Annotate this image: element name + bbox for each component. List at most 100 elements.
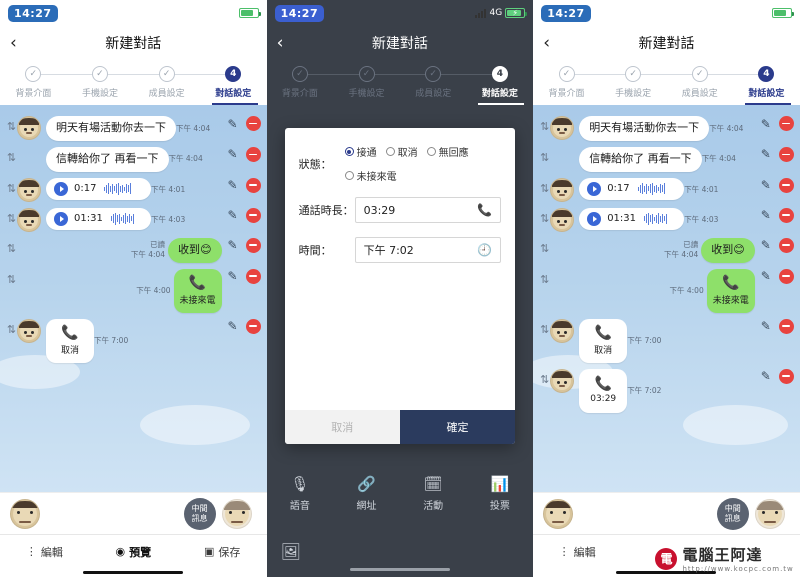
avatar[interactable] xyxy=(754,498,785,529)
middle-message-button[interactable]: 中間 訊息 xyxy=(716,497,749,530)
phone-icon[interactable]: 📞 xyxy=(477,203,492,217)
drag-handle-icon[interactable]: ⇅ xyxy=(539,147,550,169)
voice-message-bubble[interactable]: 01:31 xyxy=(46,207,151,230)
back-button[interactable]: ‹ xyxy=(10,34,30,52)
voice-message-bubble[interactable]: 0:17 xyxy=(46,177,151,200)
step-3[interactable]: ✓ 成員設定 xyxy=(133,66,200,99)
edit-icon[interactable]: ✎ xyxy=(761,117,771,131)
edit-icon[interactable]: ✎ xyxy=(228,208,238,222)
tab-preview[interactable]: ◉ 預覽 xyxy=(89,544,178,560)
step-4[interactable]: 4 對話設定 xyxy=(199,66,267,99)
step-1[interactable]: ✓ 背景介面 xyxy=(0,66,67,99)
confirm-button[interactable]: 確定 xyxy=(399,410,516,444)
avatar[interactable] xyxy=(10,498,40,529)
delete-icon[interactable] xyxy=(778,146,794,162)
delete-icon[interactable] xyxy=(245,237,261,253)
drag-handle-icon[interactable]: ⇅ xyxy=(6,319,17,341)
image-icon[interactable]: 🖼 xyxy=(281,542,301,561)
delete-icon[interactable] xyxy=(245,268,261,284)
edit-icon[interactable]: ✎ xyxy=(761,369,771,383)
edit-icon[interactable]: ✎ xyxy=(228,319,238,333)
member-left[interactable] xyxy=(10,498,45,529)
step-4[interactable]: 4 對話設定 xyxy=(733,66,800,99)
tab-save[interactable]: ▣ 保存 xyxy=(178,544,267,560)
delete-icon[interactable] xyxy=(778,368,794,384)
delete-icon[interactable] xyxy=(778,237,794,253)
edit-icon[interactable]: ✎ xyxy=(228,269,238,283)
radio-connected[interactable]: 接通 xyxy=(344,144,377,159)
delete-icon[interactable] xyxy=(778,177,794,193)
edit-icon[interactable]: ✎ xyxy=(228,117,238,131)
avatar[interactable] xyxy=(543,498,574,529)
play-icon[interactable] xyxy=(587,211,602,226)
edit-icon[interactable]: ✎ xyxy=(761,269,771,283)
voice-duration: 0:17 xyxy=(74,182,97,194)
voice-message-bubble[interactable]: 01:31 xyxy=(579,207,685,230)
delete-icon[interactable] xyxy=(245,207,261,223)
voice-duration: 0:17 xyxy=(607,182,630,194)
toolbar-link[interactable]: 🔗 網址 xyxy=(357,476,377,512)
drag-handle-icon[interactable]: ⇅ xyxy=(539,116,550,138)
step-4[interactable]: 4 對話設定 xyxy=(466,66,534,99)
drag-handle-icon[interactable]: ⇅ xyxy=(539,369,550,391)
drag-handle-icon[interactable]: ⇅ xyxy=(6,116,17,138)
drag-handle-icon[interactable]: ⇅ xyxy=(539,319,550,341)
toolbar-voice[interactable]: 🎙 語音 xyxy=(290,476,310,512)
drag-handle-icon[interactable]: ⇅ xyxy=(6,208,17,230)
back-button[interactable]: ‹ xyxy=(543,34,563,52)
drag-handle-icon[interactable]: ⇅ xyxy=(6,178,17,200)
toolbar-poll[interactable]: 📊 投票 xyxy=(490,476,510,512)
delete-icon[interactable] xyxy=(778,318,794,334)
drag-handle-icon[interactable]: ⇅ xyxy=(6,147,17,169)
edit-icon[interactable]: ✎ xyxy=(228,147,238,161)
delete-icon[interactable] xyxy=(778,207,794,223)
edit-icon[interactable]: ✎ xyxy=(761,319,771,333)
drag-handle-icon[interactable]: ⇅ xyxy=(539,238,550,260)
tab-edit[interactable]: ⋮ 編輯 xyxy=(533,544,621,560)
drag-handle-icon[interactable]: ⇅ xyxy=(6,238,17,260)
cancel-button[interactable]: 取消 xyxy=(284,410,400,444)
edit-icon[interactable]: ✎ xyxy=(228,178,238,192)
tab-edit[interactable]: ⋮ 編輯 xyxy=(0,544,89,560)
delete-icon[interactable] xyxy=(245,146,261,162)
duration-input[interactable]: 03:29 📞 xyxy=(354,197,502,223)
middle-message-button[interactable]: 中間 訊息 xyxy=(183,497,216,530)
step-2[interactable]: ✓ 手機設定 xyxy=(66,66,134,99)
delete-icon[interactable] xyxy=(245,177,261,193)
play-icon[interactable] xyxy=(587,181,602,196)
drag-handle-icon[interactable]: ⇅ xyxy=(539,178,550,200)
edit-icon[interactable]: ✎ xyxy=(228,238,238,252)
row-actions: ✎ xyxy=(755,116,794,131)
edit-icon[interactable]: ✎ xyxy=(761,238,771,252)
voice-message-bubble[interactable]: 0:17 xyxy=(579,177,685,200)
edit-icon[interactable]: ✎ xyxy=(761,147,771,161)
delete-icon[interactable] xyxy=(778,116,794,131)
step-3[interactable]: ✓ 成員設定 xyxy=(399,66,467,99)
step-3[interactable]: ✓ 成員設定 xyxy=(666,66,734,99)
back-button[interactable]: ‹ xyxy=(277,34,297,52)
step-1[interactable]: ✓ 背景介面 xyxy=(267,66,334,99)
toolbar-activity[interactable]: 🗓 活動 xyxy=(423,476,443,512)
step-1[interactable]: ✓ 背景介面 xyxy=(533,66,600,99)
drag-handle-icon[interactable]: ⇅ xyxy=(539,208,550,230)
radio-no-answer[interactable]: 無回應 xyxy=(426,144,469,159)
delete-icon[interactable] xyxy=(778,268,794,284)
step-2[interactable]: ✓ 手機設定 xyxy=(599,66,667,99)
message-row: ⇅ 信轉給你了 再看一下 下午 4:04 ✎ xyxy=(0,144,267,175)
play-icon[interactable] xyxy=(54,211,68,226)
edit-icon[interactable]: ✎ xyxy=(761,178,771,192)
delete-icon[interactable] xyxy=(245,318,261,334)
step-2[interactable]: ✓ 手機設定 xyxy=(333,66,400,99)
member-left[interactable] xyxy=(543,498,578,529)
drag-handle-icon[interactable]: ⇅ xyxy=(6,269,17,291)
radio-cancelled[interactable]: 取消 xyxy=(385,144,418,159)
edit-icon[interactable]: ✎ xyxy=(761,208,771,222)
step-2-check: ✓ xyxy=(625,66,642,82)
time-input[interactable]: 下午 7:02 🕘 xyxy=(354,237,502,263)
avatar[interactable] xyxy=(221,498,252,529)
radio-missed[interactable]: 未接來電 xyxy=(344,168,397,183)
play-icon[interactable] xyxy=(54,181,68,196)
drag-handle-icon[interactable]: ⇅ xyxy=(539,269,550,291)
clock-icon[interactable]: 🕘 xyxy=(477,243,492,257)
delete-icon[interactable] xyxy=(245,116,261,131)
